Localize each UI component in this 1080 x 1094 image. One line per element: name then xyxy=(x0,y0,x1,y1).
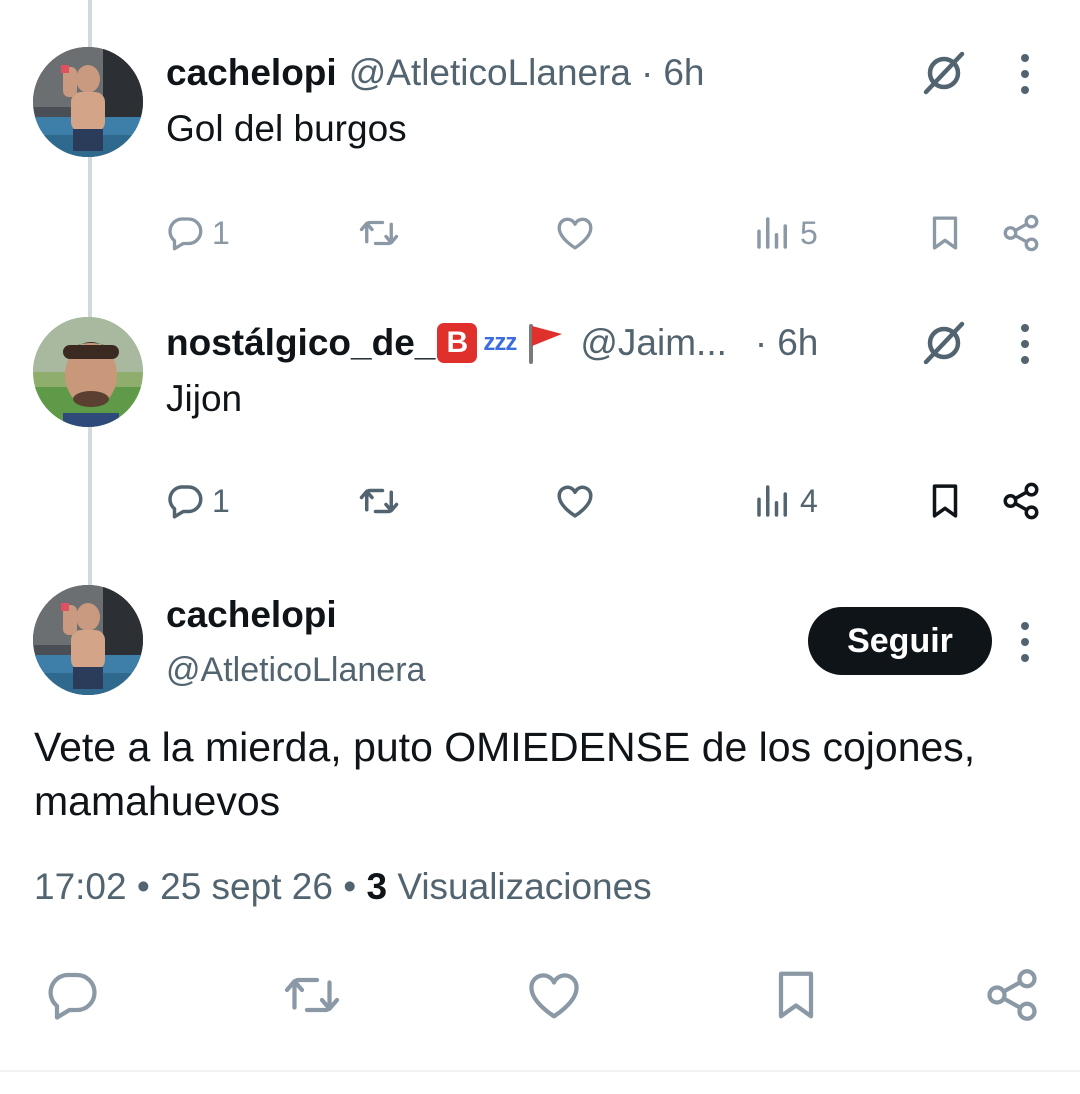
divider xyxy=(0,1070,1080,1072)
bookmark-button[interactable] xyxy=(766,962,826,1028)
like-icon xyxy=(557,485,593,518)
views-icon xyxy=(757,217,787,249)
display-name[interactable]: cachelopi xyxy=(166,48,337,98)
more-icon[interactable] xyxy=(1013,52,1037,96)
tweet-meta: 17:02 • 25 sept 26 • 3 Visualizaciones xyxy=(34,862,652,912)
more-icon[interactable] xyxy=(1013,620,1037,664)
like-icon xyxy=(529,973,579,1019)
avatar-image xyxy=(33,585,143,695)
user-handle[interactable]: @Jaim... xyxy=(580,318,727,368)
retweet-button[interactable] xyxy=(282,962,342,1028)
bookmark-icon xyxy=(932,484,958,518)
share-icon xyxy=(987,969,1037,1021)
views-label: Visualizaciones xyxy=(397,866,652,907)
share-button[interactable] xyxy=(1000,208,1042,258)
separator: • xyxy=(136,866,150,907)
timestamp[interactable]: 6h xyxy=(663,48,704,98)
retweet-button[interactable] xyxy=(358,476,400,526)
views-count: 3 xyxy=(366,866,388,907)
reply-icon xyxy=(168,217,203,251)
reply-header: nostálgico_de_ B zzz @Jaim... · 6h xyxy=(166,318,818,368)
bookmark-icon xyxy=(778,971,814,1019)
tweet-text: Vete a la mierda, puto OMIEDENSE de los … xyxy=(34,724,976,824)
zzz-emoji: zzz xyxy=(483,329,517,356)
views-count: 4 xyxy=(800,482,818,519)
bookmark-button[interactable] xyxy=(924,208,966,258)
user-handle[interactable]: @AtleticoLlanera xyxy=(349,48,631,98)
separator: · xyxy=(754,322,768,363)
retweet-icon xyxy=(359,488,399,514)
like-button[interactable] xyxy=(554,208,596,258)
follow-button[interactable]: Seguir xyxy=(808,607,992,675)
display-name[interactable]: cachelopi xyxy=(166,590,337,640)
tweet-date[interactable]: 25 sept 26 xyxy=(160,866,333,907)
grok-icon[interactable] xyxy=(920,48,970,98)
share-icon xyxy=(1003,214,1039,252)
red-flag-icon xyxy=(529,324,563,364)
share-button[interactable] xyxy=(1000,476,1042,526)
display-name[interactable]: nostálgico_de_ xyxy=(166,318,435,368)
bookmark-icon xyxy=(932,216,958,250)
reply-count: 1 xyxy=(212,482,230,519)
timestamp[interactable]: 6h xyxy=(777,318,818,368)
avatar[interactable] xyxy=(33,317,143,427)
avatar[interactable] xyxy=(33,585,143,695)
reply-header: cachelopi @AtleticoLlanera · 6h xyxy=(166,48,705,98)
reply-text: Gol del burgos xyxy=(166,108,407,149)
bookmark-button[interactable] xyxy=(924,476,966,526)
separator: · xyxy=(641,52,654,93)
views-count: 5 xyxy=(800,214,818,251)
tweet-time[interactable]: 17:02 xyxy=(34,866,127,907)
retweet-icon xyxy=(284,977,340,1013)
like-button[interactable] xyxy=(554,476,596,526)
views-button[interactable]: 5 xyxy=(752,208,818,258)
more-icon[interactable] xyxy=(1013,322,1037,366)
reply-button[interactable] xyxy=(42,962,102,1028)
reply-icon xyxy=(168,485,203,519)
like-button[interactable] xyxy=(524,962,584,1028)
views-icon xyxy=(757,485,787,517)
avatar[interactable] xyxy=(33,47,143,157)
share-button[interactable] xyxy=(982,962,1042,1028)
retweet-icon xyxy=(359,220,399,246)
like-icon xyxy=(557,217,593,250)
reply-text: Jijon xyxy=(166,378,243,419)
reply-button[interactable]: 1 xyxy=(164,476,230,526)
retweet-button[interactable] xyxy=(358,208,400,258)
reply-count: 1 xyxy=(212,214,230,251)
views-button[interactable]: 4 xyxy=(752,476,818,526)
grok-icon[interactable] xyxy=(920,318,970,368)
reply-button[interactable]: 1 xyxy=(164,208,230,258)
user-handle[interactable]: @AtleticoLlanera xyxy=(166,646,425,694)
letter-b-emoji: B xyxy=(437,323,478,363)
avatar-image xyxy=(33,47,143,157)
reply-icon xyxy=(48,972,97,1020)
separator: • xyxy=(343,866,357,907)
avatar-image xyxy=(33,317,143,427)
share-icon xyxy=(1003,482,1039,520)
